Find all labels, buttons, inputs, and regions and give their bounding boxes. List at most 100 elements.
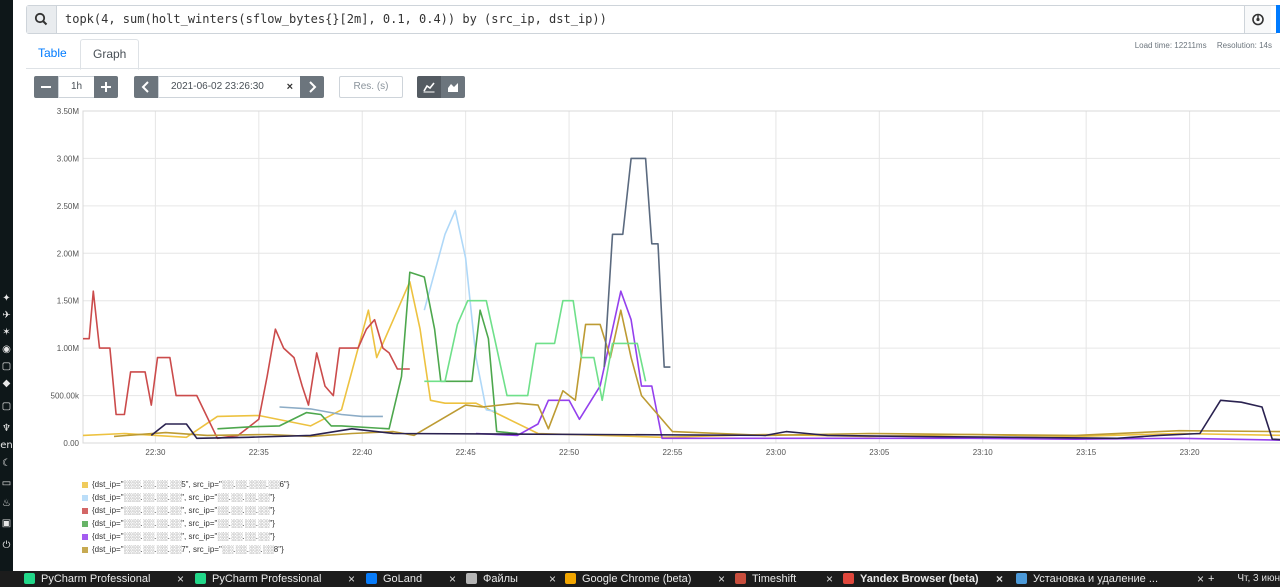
- resolution-input[interactable]: Res. (s): [339, 76, 403, 98]
- dock-icon[interactable]: ☾: [0, 458, 13, 470]
- unstacked-chart-button[interactable]: [417, 76, 441, 98]
- taskbar-item[interactable]: Google Chrome (beta) ×: [565, 571, 725, 587]
- legend-item[interactable]: {dst_ip="░░░.░░.░░.░░", src_ip="░░.░░.░░…: [82, 491, 289, 504]
- app-icon: [1016, 573, 1027, 584]
- query-expression[interactable]: topk(4, sum(holt_winters(sflow_bytes{}[2…: [65, 12, 607, 26]
- taskbar-item[interactable]: PyCharm Professional ×: [195, 571, 355, 587]
- increase-range-button[interactable]: [94, 76, 118, 98]
- close-icon[interactable]: ×: [996, 571, 1003, 587]
- dock-icon[interactable]: en: [0, 440, 13, 452]
- taskbar-item-label: Файлы: [483, 573, 518, 585]
- close-icon[interactable]: ×: [826, 571, 833, 587]
- app-icon: [843, 573, 854, 584]
- left-dock: ✦ ✈ ✶ ◉ ▢ ◆ ▢ ♆ en ☾ ▭ ♨ ▣ ⏻: [0, 0, 13, 571]
- legend-item[interactable]: {dst_ip="░░░.░░.░░.░░", src_ip="░░.░░.░░…: [82, 517, 289, 530]
- plus-icon: [101, 82, 111, 92]
- dock-icon[interactable]: ⏻: [0, 540, 13, 552]
- taskbar-item[interactable]: Timeshift ×: [735, 571, 833, 587]
- close-icon[interactable]: ×: [1197, 571, 1204, 587]
- x-tick-label: 22:40: [352, 448, 373, 457]
- taskbar-item[interactable]: PyCharm Professional ×: [24, 571, 184, 587]
- dock-icon[interactable]: ▢: [0, 361, 13, 373]
- search-icon[interactable]: [27, 6, 57, 33]
- x-tick-label: 23:20: [1180, 448, 1201, 457]
- close-icon[interactable]: ×: [549, 571, 556, 587]
- end-time-value: 2021-06-02 23:26:30: [171, 81, 264, 92]
- dock-icon[interactable]: ✦: [0, 293, 13, 305]
- y-tick-label: 500.00k: [51, 392, 80, 401]
- legend-label: {dst_ip="░░░.░░.░░.░░7", src_ip="░░.░░.░…: [92, 545, 284, 554]
- close-icon[interactable]: ×: [718, 571, 725, 587]
- x-tick-label: 22:30: [145, 448, 166, 457]
- close-icon[interactable]: ×: [177, 571, 184, 587]
- chevron-right-icon: [309, 81, 317, 93]
- taskbar-item[interactable]: Файлы ×: [466, 571, 556, 587]
- close-icon[interactable]: ×: [348, 571, 355, 587]
- series-line: [475, 290, 1280, 441]
- legend-item[interactable]: {dst_ip="░░░.░░.░░.░░", src_ip="░░.░░.░░…: [82, 504, 289, 517]
- dock-icon[interactable]: ▭: [0, 478, 13, 490]
- dock-icon[interactable]: ♆: [0, 423, 13, 435]
- graph-legend: {dst_ip="░░░.░░.░░.░░5", src_ip="░░.░░.░…: [82, 478, 289, 556]
- query-bar[interactable]: topk(4, sum(holt_winters(sflow_bytes{}[2…: [26, 5, 1278, 34]
- clock-text: Чт, 3 июн: [1237, 573, 1280, 584]
- clear-time-icon[interactable]: ×: [287, 77, 293, 97]
- legend-label: {dst_ip="░░░.░░.░░.░░", src_ip="░░.░░.░░…: [92, 532, 275, 541]
- new-tab-button[interactable]: +: [1208, 571, 1220, 587]
- execute-button[interactable]: [1276, 5, 1280, 33]
- tab-graph[interactable]: Graph: [80, 39, 140, 70]
- decrease-range-button[interactable]: [34, 76, 58, 98]
- y-tick-label: 2.50M: [57, 202, 80, 211]
- range-input[interactable]: 1h: [58, 76, 95, 98]
- app-icon: [366, 573, 377, 584]
- dock-icon[interactable]: ✈: [0, 310, 13, 322]
- x-tick-label: 22:50: [559, 448, 580, 457]
- line-chart-icon: [423, 82, 435, 93]
- x-tick-label: 22:35: [249, 448, 270, 457]
- stacked-chart-button[interactable]: [441, 76, 465, 98]
- legend-label: {dst_ip="░░░.░░.░░.░░5", src_ip="░░.░░.░…: [92, 480, 290, 489]
- dock-icon[interactable]: ♨: [0, 498, 13, 510]
- graph-area[interactable]: 0.00 500.00k 1.00M 1.50M 2.00M 2.50M 3.00M 3.50…: [26, 104, 1280, 464]
- taskbar-item[interactable]: Yandex Browser (beta) ×: [843, 571, 1003, 587]
- legend-swatch: [82, 482, 88, 488]
- time-series-chart[interactable]: 0.00 500.00k 1.00M 1.50M 2.00M 2.50M 3.00M 3.50…: [26, 104, 1280, 464]
- end-time-input[interactable]: 2021-06-02 23:26:30 ×: [158, 76, 301, 98]
- tab-divider: [26, 68, 1280, 69]
- dock-icon[interactable]: ▣: [0, 518, 13, 530]
- taskbar-item-label: Timeshift: [752, 573, 797, 585]
- legend-item[interactable]: {dst_ip="░░░.░░.░░.░░", src_ip="░░.░░.░░…: [82, 530, 289, 543]
- metrics-explorer-icon[interactable]: [1244, 6, 1271, 33]
- app-icon: [466, 573, 477, 584]
- dock-icon[interactable]: ◆: [0, 378, 13, 390]
- prometheus-page: topk(4, sum(holt_winters(sflow_bytes{}[2…: [13, 0, 1280, 571]
- series-line: [603, 157, 671, 368]
- taskbar-item-label: Yandex Browser (beta): [860, 573, 979, 585]
- load-time: Load time: 12211ms: [1134, 41, 1207, 50]
- area-chart-icon: [448, 83, 458, 92]
- next-time-button[interactable]: [300, 76, 324, 98]
- legend-label: {dst_ip="░░░.░░.░░.░░", src_ip="░░.░░.░░…: [92, 493, 275, 502]
- taskbar-item[interactable]: GoLand ×: [366, 571, 456, 587]
- app-icon: [565, 573, 576, 584]
- minus-icon: [41, 86, 51, 88]
- tab-table[interactable]: Table: [26, 39, 79, 68]
- x-tick-label: 22:55: [662, 448, 683, 457]
- legend-item[interactable]: {dst_ip="░░░.░░.░░.░░7", src_ip="░░.░░.░…: [82, 543, 289, 556]
- y-tick-label: 2.00M: [57, 249, 80, 258]
- y-tick-label: 3.00M: [57, 154, 80, 163]
- dock-icon[interactable]: ✶: [0, 327, 13, 339]
- close-icon[interactable]: ×: [449, 571, 456, 587]
- series-line: [113, 309, 1280, 438]
- previous-time-button[interactable]: [134, 76, 158, 98]
- dock-icon[interactable]: ▢: [0, 401, 13, 413]
- taskbar-item[interactable]: Установка и удаление ... ×: [1016, 571, 1204, 587]
- x-tick-label: 23:10: [973, 448, 994, 457]
- dock-icon[interactable]: ◉: [0, 344, 13, 356]
- legend-item[interactable]: {dst_ip="░░░.░░.░░.░░5", src_ip="░░.░░.░…: [82, 478, 289, 491]
- chevron-left-icon: [141, 81, 149, 93]
- x-tick-label: 23:15: [1076, 448, 1097, 457]
- y-tick-label: 1.50M: [57, 297, 80, 306]
- system-clock[interactable]: Чт, 3 июн: [1237, 571, 1280, 587]
- x-tick-label: 23:00: [766, 448, 787, 457]
